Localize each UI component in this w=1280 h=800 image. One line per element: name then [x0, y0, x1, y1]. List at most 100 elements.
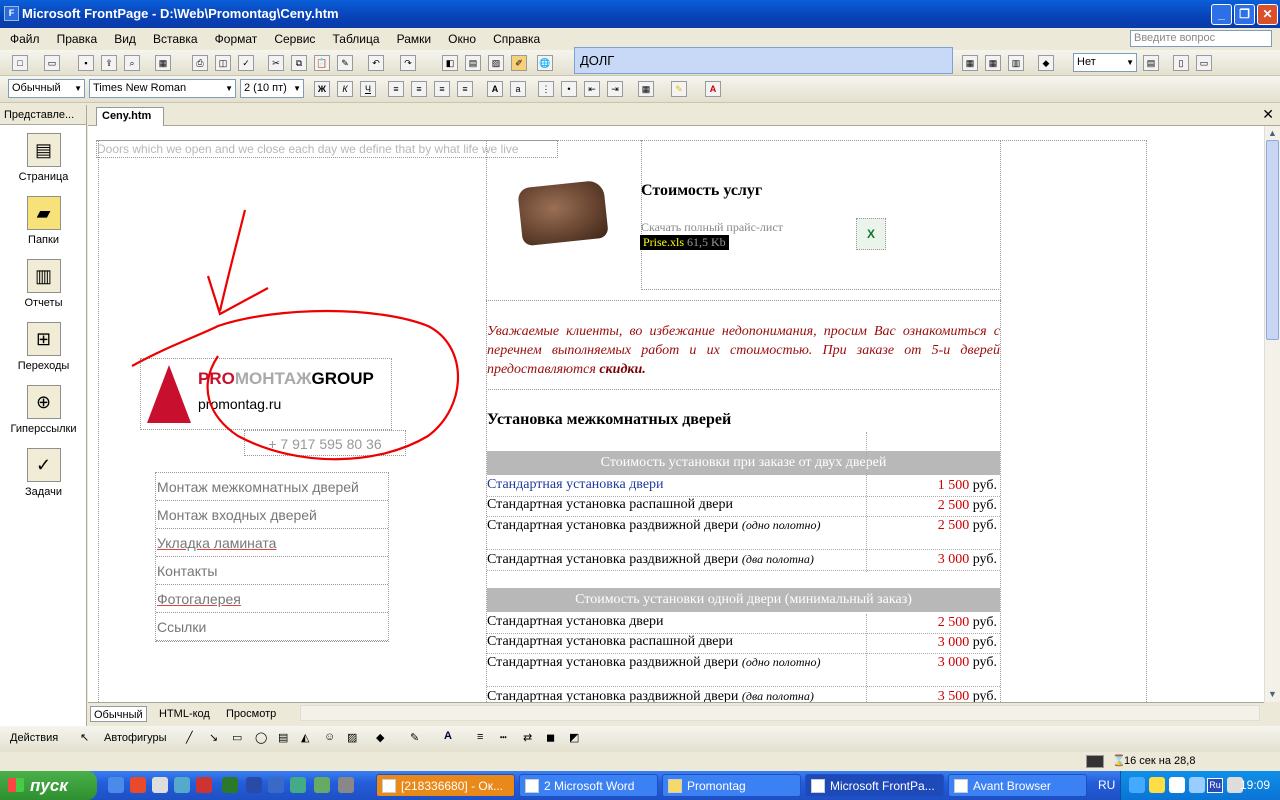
textbox-icon[interactable]: ▤: [278, 731, 288, 744]
menu-window[interactable]: Окно: [441, 32, 483, 46]
quicklaunch-ie-icon[interactable]: [108, 777, 124, 793]
menu-file[interactable]: Файл: [0, 32, 47, 46]
view-page[interactable]: ▤ Страница: [0, 133, 87, 183]
decrease-indent-icon[interactable]: ⇤: [584, 81, 600, 97]
close-document-icon[interactable]: ✕: [1262, 106, 1274, 123]
view-hyperlinks[interactable]: ⊕ Гиперссылки: [0, 385, 87, 435]
redo-icon[interactable]: ↷: [400, 55, 416, 71]
italic-icon[interactable]: К: [337, 81, 353, 97]
copy-icon[interactable]: ⧉: [291, 55, 307, 71]
decrease-font-icon[interactable]: a: [510, 81, 526, 97]
print-icon[interactable]: ⎙: [192, 55, 208, 71]
ask-question-input[interactable]: Введите вопрос: [1130, 30, 1272, 47]
view-navigation[interactable]: ⊞ Переходы: [0, 322, 87, 372]
task-promontag-folder[interactable]: Promontag: [662, 774, 801, 797]
nav-item[interactable]: Контакты: [156, 557, 388, 585]
excel-icon[interactable]: X: [856, 218, 886, 250]
quicklaunch-app-icon[interactable]: [314, 777, 330, 793]
tray-lang-icon[interactable]: Ru: [1207, 778, 1223, 793]
table-tool2-icon[interactable]: ▦: [985, 55, 1001, 71]
align-left-icon[interactable]: ≡: [388, 81, 404, 97]
tab-preview[interactable]: Просмотр: [223, 706, 279, 722]
save-icon[interactable]: ▪: [78, 55, 94, 71]
font-color-icon[interactable]: A: [444, 730, 452, 742]
download-text[interactable]: Скачать полный прайс-лист: [641, 220, 783, 235]
format-painter-icon[interactable]: ✎: [337, 55, 353, 71]
dash-style-icon[interactable]: ┅: [500, 731, 507, 744]
nav-item[interactable]: Фотогалерея: [156, 585, 388, 613]
bullets-icon[interactable]: •: [561, 81, 577, 97]
rectangle-icon[interactable]: ▭: [232, 731, 242, 744]
start-button[interactable]: пуск: [0, 771, 97, 800]
quicklaunch-opera-icon[interactable]: [130, 777, 146, 793]
close-button[interactable]: ✕: [1257, 4, 1278, 25]
open-icon[interactable]: ▭: [44, 55, 60, 71]
pointer-icon[interactable]: ↖: [80, 731, 89, 744]
tab-ceny-htm[interactable]: Ceny.htm: [96, 107, 164, 126]
quicklaunch-app-icon[interactable]: [196, 777, 212, 793]
menu-insert[interactable]: Вставка: [146, 32, 205, 46]
scroll-up-icon[interactable]: ▲: [1265, 126, 1280, 140]
3d-icon[interactable]: ◩: [569, 731, 579, 744]
minimize-button[interactable]: _: [1211, 4, 1232, 25]
tray-icon[interactable]: [1149, 777, 1165, 793]
tab-normal[interactable]: Обычный: [90, 706, 147, 722]
arrow-icon[interactable]: ↘: [209, 731, 218, 744]
table-tool-icon[interactable]: ▦: [962, 55, 978, 71]
actions-menu[interactable]: Действия: [10, 732, 58, 744]
cut-icon[interactable]: ✂: [268, 55, 284, 71]
task-browser-window[interactable]: [218336680] - Ок...: [376, 774, 515, 797]
autocomplete-popup[interactable]: ДОЛГ: [574, 47, 953, 74]
spelling-icon[interactable]: ✓: [238, 55, 254, 71]
nav-item[interactable]: Укладка ламината: [156, 529, 388, 557]
task-word[interactable]: 2 Microsoft Word: [519, 774, 658, 797]
search-icon[interactable]: ⌕: [124, 55, 140, 71]
web-component-icon[interactable]: ▦: [155, 55, 171, 71]
highlight-icon[interactable]: ✎: [671, 81, 687, 97]
view-folders[interactable]: ▰ Папки: [0, 196, 87, 246]
menu-format[interactable]: Формат: [208, 32, 265, 46]
arrow-style-icon[interactable]: ⇄: [523, 731, 532, 744]
font-color-icon[interactable]: A: [705, 81, 721, 97]
menu-table[interactable]: Таблица: [326, 32, 387, 46]
border-select[interactable]: Нет ▼: [1073, 53, 1137, 72]
new-page-icon[interactable]: □: [12, 55, 28, 71]
hyperlink-icon[interactable]: 🌐: [537, 55, 553, 71]
menu-tools[interactable]: Сервис: [267, 32, 322, 46]
restore-button[interactable]: ❐: [1234, 4, 1255, 25]
horizontal-scrollbar[interactable]: [300, 705, 1260, 721]
increase-indent-icon[interactable]: ⇥: [607, 81, 623, 97]
quicklaunch-frontpage-icon[interactable]: [268, 777, 284, 793]
quicklaunch-app-icon[interactable]: [174, 777, 190, 793]
nav-item[interactable]: Монтаж межкомнатных дверей: [156, 473, 388, 501]
task-avant-browser[interactable]: Avant Browser: [948, 774, 1087, 797]
quicklaunch-app-icon[interactable]: [338, 777, 354, 793]
task-frontpage[interactable]: Microsoft FrontPa...: [805, 774, 944, 797]
undo-icon[interactable]: ↶: [368, 55, 384, 71]
vertical-scrollbar[interactable]: ▲ ▼: [1264, 126, 1280, 702]
tray-icon[interactable]: [1189, 777, 1205, 793]
nav-item[interactable]: Монтаж входных дверей: [156, 501, 388, 529]
quicklaunch-word-icon[interactable]: [246, 777, 262, 793]
increase-font-icon[interactable]: A: [487, 81, 503, 97]
autoshapes-menu[interactable]: Автофигуры: [104, 732, 167, 744]
bold-icon[interactable]: Ж: [314, 81, 330, 97]
table-tool3-icon[interactable]: ▥: [1008, 55, 1024, 71]
menu-view[interactable]: Вид: [107, 32, 143, 46]
oval-icon[interactable]: ◯: [255, 731, 267, 744]
menu-frames[interactable]: Рамки: [390, 32, 438, 46]
align-center-icon[interactable]: ≡: [411, 81, 427, 97]
menu-help[interactable]: Справка: [486, 32, 547, 46]
numbering-icon[interactable]: ⋮: [538, 81, 554, 97]
line-icon[interactable]: ╱: [186, 731, 193, 744]
quicklaunch-excel-icon[interactable]: [222, 777, 238, 793]
tray-icon[interactable]: [1169, 777, 1185, 793]
scroll-down-icon[interactable]: ▼: [1265, 687, 1280, 701]
font-select[interactable]: Times New Roman ▼: [89, 79, 236, 98]
justify-icon[interactable]: ≡: [457, 81, 473, 97]
borders-icon[interactable]: ▦: [638, 81, 654, 97]
paste-icon[interactable]: 📋: [314, 55, 330, 71]
toolbar-extra-icon[interactable]: ▯: [1173, 55, 1189, 71]
line-style-icon[interactable]: ≡: [477, 731, 483, 743]
insert-picture-icon[interactable]: ▨: [488, 55, 504, 71]
